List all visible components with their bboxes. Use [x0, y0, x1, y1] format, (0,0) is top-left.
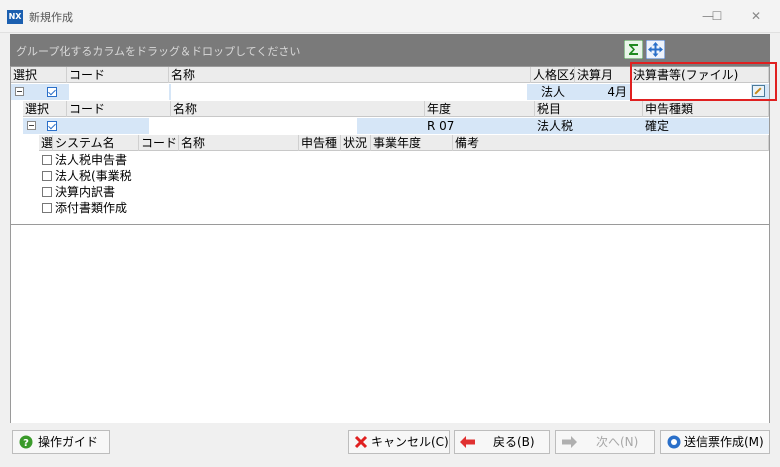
move-icon[interactable]	[646, 40, 665, 59]
title-bar: NX 新規作成 — ☐ ✕	[0, 0, 780, 33]
grid-empty-area	[10, 225, 770, 423]
sigma-icon[interactable]	[624, 40, 643, 59]
guide-button[interactable]: ? 操作ガイド	[12, 430, 110, 454]
col-header-tax-item[interactable]: 税目	[535, 101, 643, 117]
back-label: 戻る(B)	[493, 435, 535, 449]
row-checkbox[interactable]	[42, 171, 52, 181]
tax-item-cell[interactable]: 法人税	[537, 118, 641, 134]
col-header-closing-month[interactable]: 決算月	[575, 67, 631, 83]
col-header-code[interactable]: コード	[67, 67, 169, 83]
closing-month-cell[interactable]: 4月	[575, 84, 627, 100]
cancel-label: キャンセル(C)	[371, 435, 449, 449]
create-transmission-label: 送信票作成(M)	[684, 435, 764, 449]
list-item[interactable]: 添付書類作成	[39, 200, 149, 216]
row-checkbox[interactable]	[42, 155, 52, 165]
cancel-icon	[354, 435, 368, 449]
arrow-left-icon	[460, 436, 475, 448]
close-button[interactable]: ✕	[738, 4, 774, 28]
year-cell[interactable]: R 07	[427, 118, 533, 134]
col-header-name[interactable]: 名称	[179, 135, 299, 151]
cancel-button[interactable]: キャンセル(C)	[348, 430, 450, 454]
code-cell[interactable]	[69, 84, 169, 100]
col-header-year[interactable]: 年度	[425, 101, 535, 117]
row-checkbox[interactable]	[42, 187, 52, 197]
list-item[interactable]: 法人税申告書	[39, 152, 149, 168]
col-header-remarks[interactable]: 備考	[453, 135, 769, 151]
col-header-select[interactable]: 選択	[11, 67, 67, 83]
col-header-code[interactable]: コード	[139, 135, 179, 151]
collapse-icon[interactable]	[27, 121, 36, 130]
grid-header-level3: 選 システム名 コード 名称 申告種 状況 事業年度 備考	[39, 135, 769, 151]
system-name-cell[interactable]: 法人税申告書	[55, 152, 147, 168]
col-header-report-type[interactable]: 申告種類	[643, 101, 769, 117]
col-header-select[interactable]: 選	[39, 135, 53, 151]
edit-file-icon[interactable]	[752, 85, 765, 97]
row-checkbox[interactable]	[47, 87, 57, 97]
entity-type-cell[interactable]: 法人	[531, 84, 575, 100]
col-header-system-name[interactable]: システム名	[53, 135, 139, 151]
col-header-business-year[interactable]: 事業年度	[371, 135, 453, 151]
report-type-cell[interactable]: 確定	[645, 118, 765, 134]
col-header-code[interactable]: コード	[67, 101, 171, 117]
name-cell[interactable]	[171, 84, 527, 100]
name-cell[interactable]	[149, 118, 357, 134]
row-checkbox[interactable]	[47, 121, 57, 131]
col-header-status[interactable]: 状況	[341, 135, 371, 151]
app-logo-icon: NX	[7, 10, 23, 24]
col-header-entity-type[interactable]: 人格区分	[531, 67, 575, 83]
grid-header-level2: 選択 コード 名称 年度 税目 申告種類	[23, 101, 769, 117]
svg-text:?: ?	[23, 438, 29, 449]
record-icon	[667, 435, 681, 449]
guide-label: 操作ガイド	[38, 435, 99, 449]
col-header-name[interactable]: 名称	[171, 101, 425, 117]
col-header-name[interactable]: 名称	[169, 67, 531, 83]
help-icon: ?	[19, 435, 33, 449]
back-button[interactable]: 戻る(B)	[454, 430, 550, 454]
maximize-button[interactable]: ☐	[699, 4, 735, 28]
list-item[interactable]: 決算内訳書	[39, 184, 149, 200]
col-header-report-kind[interactable]: 申告種	[299, 135, 341, 151]
table-row[interactable]: R 07 法人税 確定	[23, 118, 769, 134]
arrow-right-icon	[562, 436, 577, 448]
row-checkbox[interactable]	[42, 203, 52, 213]
list-item[interactable]: 法人税(事業税	[39, 168, 149, 184]
system-name-cell[interactable]: 添付書類作成	[55, 200, 147, 216]
next-label: 次へ(N)	[596, 435, 639, 449]
col-header-select[interactable]: 選択	[23, 101, 67, 117]
collapse-icon[interactable]	[15, 87, 24, 96]
system-name-cell[interactable]: 決算内訳書	[55, 184, 147, 200]
create-transmission-button[interactable]: 送信票作成(M)	[660, 430, 770, 454]
group-by-hint: グループ化するカラムをドラッグ＆ドロップしてください	[16, 45, 301, 58]
window-title: 新規作成	[29, 11, 73, 24]
next-button[interactable]: 次へ(N)	[555, 430, 655, 454]
system-name-cell[interactable]: 法人税(事業税	[55, 168, 147, 184]
